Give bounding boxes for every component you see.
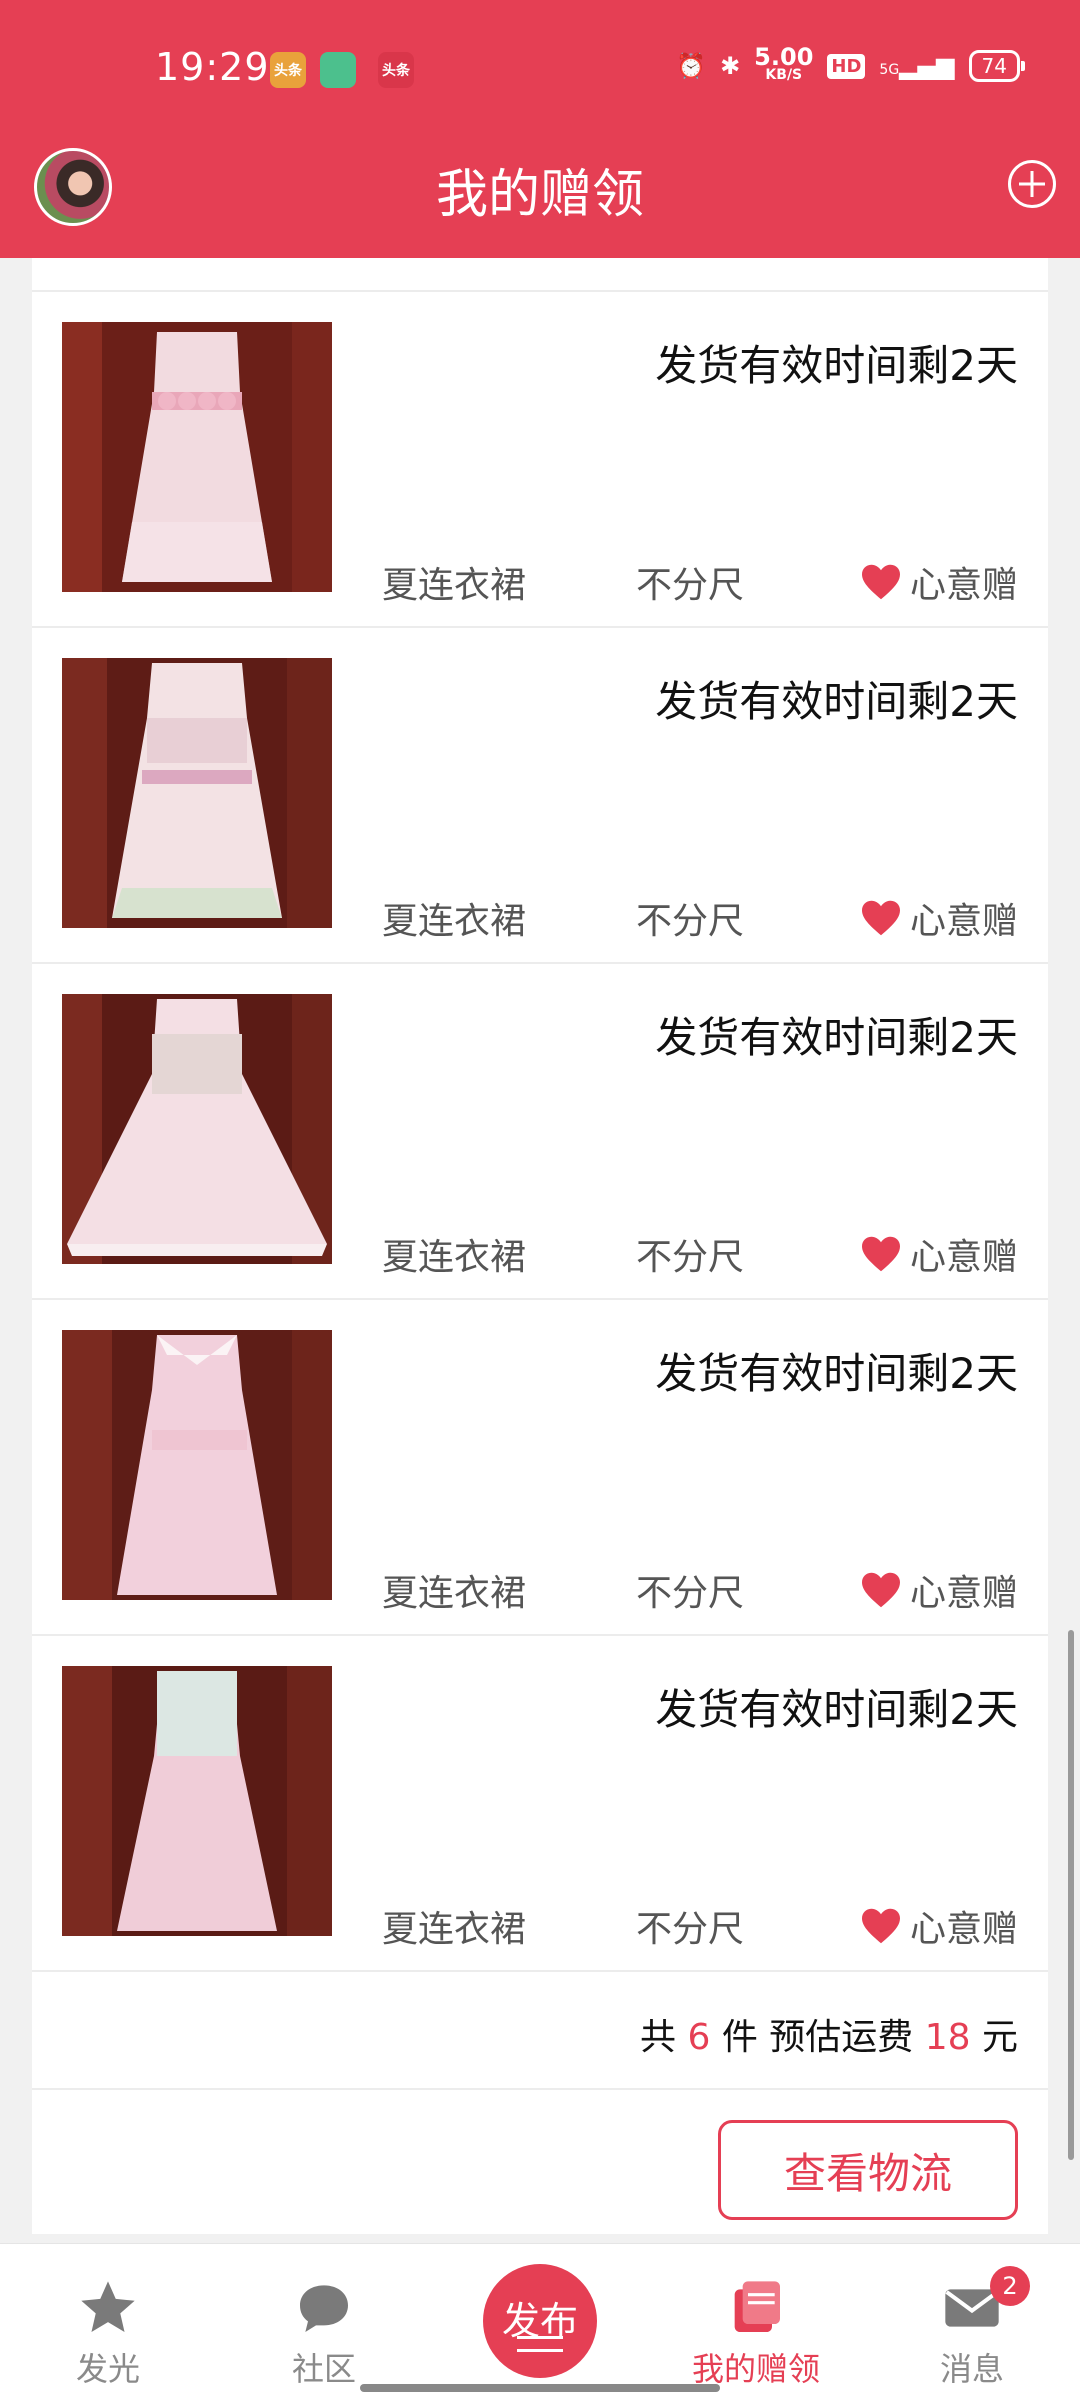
gift-list: 发货有效时间剩2天 夏连衣裙 不分尺 心意赠 发货有效时间剩2天 夏连衣裙 不分…	[32, 258, 1048, 2234]
nav-label: 消息	[939, 2350, 1004, 2388]
item-size: 不分尺	[636, 1573, 745, 1614]
ship-deadline: 发货有效时间剩2天	[655, 1349, 1018, 1398]
nav-messages[interactable]: 2 消息	[892, 2244, 1052, 2401]
summary-mid: 件 预估运费	[721, 2017, 914, 2058]
nav-glow[interactable]: 发光	[28, 2244, 188, 2401]
home-indicator[interactable]	[360, 2384, 720, 2392]
item-size: 不分尺	[636, 1909, 745, 1950]
status-bar: 19:29 头条 头条 ⏰ ✱ 5.00 KB/S HD 5G▂▄▆ 74	[0, 0, 1080, 140]
heart-icon	[861, 900, 900, 936]
item-name: 夏连衣裙	[382, 565, 527, 606]
list-item[interactable]: 发货有效时间剩2天 夏连衣裙 不分尺 心意赠	[32, 290, 1048, 626]
summary-suffix: 元	[981, 2017, 1018, 2058]
add-icon[interactable]	[1008, 160, 1056, 208]
status-time: 19:29	[155, 45, 270, 89]
gift-cards-icon	[734, 2281, 780, 2332]
list-item[interactable]: 发货有效时间剩2天 夏连衣裙 不分尺 心意赠	[32, 962, 1048, 1298]
bottom-nav: 发光 社区 发布 我的赠领 2 消息	[0, 2243, 1080, 2401]
app-header: 19:29 头条 头条 ⏰ ✱ 5.00 KB/S HD 5G▂▄▆ 74 我的…	[0, 0, 1080, 258]
nav-label: 发光	[75, 2350, 140, 2388]
nav-community[interactable]: 社区	[244, 2244, 404, 2401]
shipping-fee: 18	[924, 2017, 971, 2058]
item-count: 6	[687, 2017, 711, 2058]
ship-deadline: 发货有效时间剩2天	[655, 341, 1018, 390]
item-size: 不分尺	[636, 901, 745, 942]
nav-my-gifts[interactable]: 我的赠领	[676, 2244, 836, 2401]
hd-icon: HD	[827, 53, 866, 79]
star-icon	[81, 2281, 135, 2332]
ship-deadline: 发货有效时间剩2天	[655, 1013, 1018, 1062]
dress-photo	[62, 1330, 332, 1600]
item-size: 不分尺	[636, 1237, 745, 1278]
ship-deadline: 发货有效时间剩2天	[655, 677, 1018, 726]
gift-type: 心意赠	[860, 1900, 1018, 1952]
heart-icon	[861, 1236, 900, 1272]
dress-photo	[62, 322, 332, 592]
toutiao-app-icon: 头条	[270, 52, 306, 88]
signal-icon: 5G▂▄▆	[879, 52, 955, 80]
green-app-icon	[320, 52, 356, 88]
gift-type: 心意赠	[860, 1228, 1018, 1280]
gift-type: 心意赠	[860, 556, 1018, 608]
actions-row: 查看物流	[32, 2088, 1048, 2234]
order-summary: 共 6 件 预估运费 18 元	[32, 1970, 1048, 2088]
battery-icon: 74	[968, 50, 1026, 82]
dress-photo	[62, 994, 332, 1264]
heart-icon	[861, 1908, 900, 1944]
menu-lines-icon	[517, 2336, 563, 2352]
publish-button[interactable]: 发布	[483, 2264, 597, 2378]
scrollbar[interactable]	[1068, 1630, 1074, 2160]
item-name: 夏连衣裙	[382, 1909, 527, 1950]
item-name: 夏连衣裙	[382, 901, 527, 942]
net-speed: 5.00 KB/S	[754, 43, 814, 83]
heart-icon	[861, 1572, 900, 1608]
dress-photo	[62, 658, 332, 928]
gift-type: 心意赠	[860, 892, 1018, 944]
view-logistics-button[interactable]: 查看物流	[718, 2120, 1018, 2220]
chat-bubble-icon	[300, 2285, 348, 2332]
item-size: 不分尺	[636, 565, 745, 606]
list-item[interactable]: 发货有效时间剩2天 夏连衣裙 不分尺 心意赠	[32, 1634, 1048, 1970]
message-badge: 2	[990, 2266, 1030, 2306]
heart-icon	[861, 564, 900, 600]
bluetooth-icon: ✱	[720, 52, 741, 80]
list-item[interactable]: 发货有效时间剩2天 夏连衣裙 不分尺 心意赠	[32, 1298, 1048, 1634]
alarm-icon: ⏰	[676, 52, 707, 80]
item-name: 夏连衣裙	[382, 1237, 527, 1278]
page-title: 我的赠领	[435, 165, 644, 225]
toutiao-app-icon-2: 头条	[378, 52, 414, 88]
ship-deadline: 发货有效时间剩2天	[655, 1685, 1018, 1734]
item-name: 夏连衣裙	[382, 1573, 527, 1614]
list-item-partial	[32, 258, 1048, 290]
gift-type: 心意赠	[860, 1564, 1018, 1616]
list-item[interactable]: 发货有效时间剩2天 夏连衣裙 不分尺 心意赠	[32, 626, 1048, 962]
dress-photo	[62, 1666, 332, 1936]
summary-prefix: 共	[639, 2017, 676, 2058]
